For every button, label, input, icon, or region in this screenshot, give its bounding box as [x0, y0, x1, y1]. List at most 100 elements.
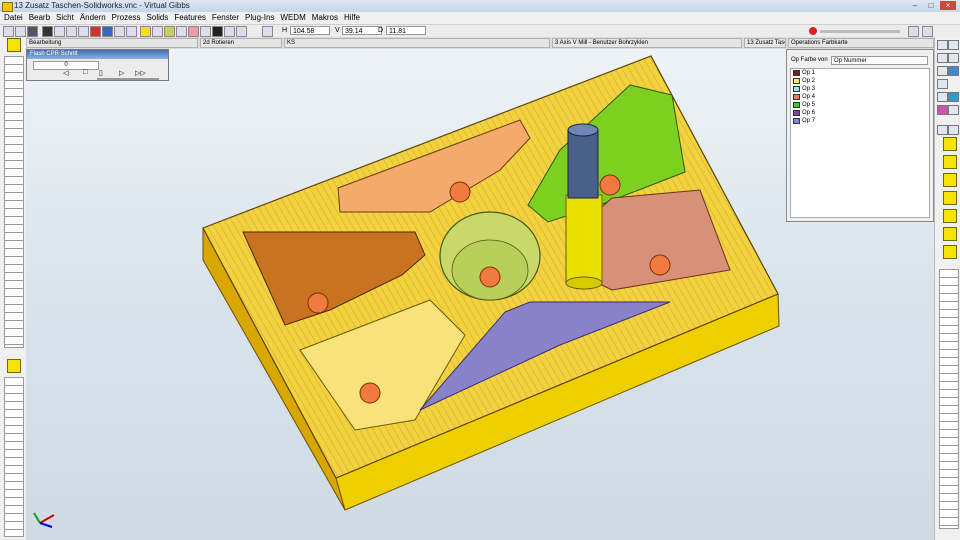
menu-wedm[interactable]: WEDM	[277, 12, 308, 24]
tab-operations-farbkarte[interactable]: Operations Farbkarte	[788, 38, 934, 48]
view-iso-icon[interactable]	[948, 125, 959, 135]
calc-icon[interactable]	[262, 26, 273, 37]
stop-icon[interactable]	[809, 27, 817, 35]
menu-bearb[interactable]: Bearb	[26, 12, 53, 24]
dimension-icon[interactable]	[937, 79, 948, 89]
menu-aendern[interactable]: Ändern	[77, 12, 109, 24]
stop-step-icon[interactable]: □	[83, 69, 93, 77]
fit-icon[interactable]	[78, 26, 89, 37]
menu-sicht[interactable]: Sicht	[53, 12, 77, 24]
tool-icon[interactable]	[126, 26, 137, 37]
drill-mark	[599, 174, 621, 196]
op-2-icon[interactable]	[943, 155, 957, 169]
save-icon[interactable]	[27, 26, 38, 37]
clip-icon[interactable]	[948, 105, 959, 115]
tab-2d-rotieren[interactable]: 2d Rotieren	[200, 38, 282, 48]
menu-prozess[interactable]: Prozess	[109, 12, 144, 24]
op-row-1[interactable]: Op 1	[791, 69, 929, 77]
new-file-icon[interactable]	[3, 26, 14, 37]
fast-forward-icon[interactable]: ▷▷	[135, 69, 146, 77]
op-3-icon[interactable]	[943, 173, 957, 187]
render-icon[interactable]	[937, 92, 948, 102]
cursor-icon[interactable]	[224, 26, 235, 37]
options-icon[interactable]	[908, 26, 919, 37]
close-button[interactable]: ×	[940, 1, 956, 10]
layer-icon[interactable]	[152, 26, 163, 37]
shade-icon[interactable]	[90, 26, 101, 37]
flash-panel-title: Flash CPR Schritt	[27, 50, 168, 59]
op-4-icon[interactable]	[943, 191, 957, 205]
settings-icon[interactable]	[922, 26, 933, 37]
op-swatch	[793, 86, 800, 92]
op-1-icon[interactable]	[943, 137, 957, 151]
menu-datei[interactable]: Datei	[0, 12, 26, 24]
op-5-icon[interactable]	[943, 209, 957, 223]
op-row-2[interactable]: Op 2	[791, 77, 929, 85]
plane-icon[interactable]	[948, 66, 959, 76]
play-icon[interactable]: ▷	[119, 69, 129, 77]
help-icon[interactable]	[236, 26, 247, 37]
maximize-button[interactable]: □	[924, 1, 938, 10]
drill-mark	[359, 382, 381, 404]
d-field[interactable]: 11.81	[386, 26, 426, 35]
op-row-7[interactable]: Op 7	[791, 117, 929, 125]
op-row-5[interactable]: Op 5	[791, 101, 929, 109]
select-icon[interactable]	[140, 26, 151, 37]
op-row-4[interactable]: Op 4	[791, 93, 929, 101]
open-file-icon[interactable]	[15, 26, 26, 37]
h-field[interactable]: 104.58	[290, 26, 330, 35]
lasso-icon[interactable]	[948, 40, 959, 50]
print-icon[interactable]	[42, 26, 53, 37]
shaded-icon[interactable]	[948, 92, 959, 102]
menu-features[interactable]: Features	[171, 12, 209, 24]
op-color-list: Op 1 Op 2 Op 3 Op 4 Op 5 Op 6 Op 7	[790, 68, 930, 218]
color-icon[interactable]	[102, 26, 113, 37]
machine-icon[interactable]	[7, 38, 21, 52]
surface-icon[interactable]	[937, 66, 948, 76]
material-icon[interactable]	[937, 105, 948, 115]
menu-plugins[interactable]: Plug-Ins	[242, 12, 277, 24]
solid-icon[interactable]	[164, 26, 175, 37]
edit-icon[interactable]	[937, 53, 948, 63]
op-row-3[interactable]: Op 3	[791, 85, 929, 93]
op-6-icon[interactable]	[943, 227, 957, 241]
menu-hilfe[interactable]: Hilfe	[341, 12, 363, 24]
prev-step-icon[interactable]: ◁	[63, 69, 73, 77]
tab-3-axis-v-mill[interactable]: 3 Axis V Mill - Benutzer Bohrzyklen	[552, 38, 742, 48]
view-top-icon[interactable]	[937, 125, 948, 135]
wire-icon[interactable]	[937, 40, 948, 50]
drill-mark	[307, 292, 329, 314]
grid-icon[interactable]	[66, 26, 77, 37]
left-ruler	[4, 56, 24, 348]
op-swatch	[793, 94, 800, 100]
op-swatch	[793, 118, 800, 124]
zoom-icon[interactable]	[176, 26, 187, 37]
menu-solids[interactable]: Solids	[144, 12, 172, 24]
speed-slider[interactable]	[97, 78, 159, 80]
layout-icon[interactable]	[54, 26, 65, 37]
arc-icon[interactable]	[948, 53, 959, 63]
op-row-6[interactable]: Op 6	[791, 109, 929, 117]
tab-bearbeitung[interactable]: Bearbeitung	[26, 38, 198, 48]
tool-change-icon[interactable]	[7, 359, 21, 373]
rotate-icon[interactable]	[200, 26, 211, 37]
op-color-label: Op Farbe von	[791, 57, 828, 63]
drill-mark	[649, 254, 671, 276]
progress-slider[interactable]	[820, 30, 900, 33]
menu-fenster[interactable]: Fenster	[209, 12, 242, 24]
pointer-icon[interactable]	[212, 26, 223, 37]
pause-icon[interactable]: ▯	[99, 69, 109, 77]
op-color-select[interactable]: Op Nummer	[831, 56, 928, 65]
tab-document[interactable]: 13 Zusatz Taschen-Solidworks.vnc	[744, 38, 786, 48]
tab-ks[interactable]: KS	[284, 38, 550, 48]
left-ruler-lower	[4, 377, 24, 537]
menu-bar: Datei Bearb Sicht Ändern Prozess Solids Featur…	[0, 12, 960, 25]
menu-makros[interactable]: Makros	[309, 12, 341, 24]
d-label: D	[378, 27, 384, 34]
h-label: H	[282, 27, 288, 34]
op-7-icon[interactable]	[943, 245, 957, 259]
v-field[interactable]: 39.14	[342, 26, 382, 35]
minimize-button[interactable]: –	[908, 1, 922, 10]
view-icon[interactable]	[114, 26, 125, 37]
pan-icon[interactable]	[188, 26, 199, 37]
